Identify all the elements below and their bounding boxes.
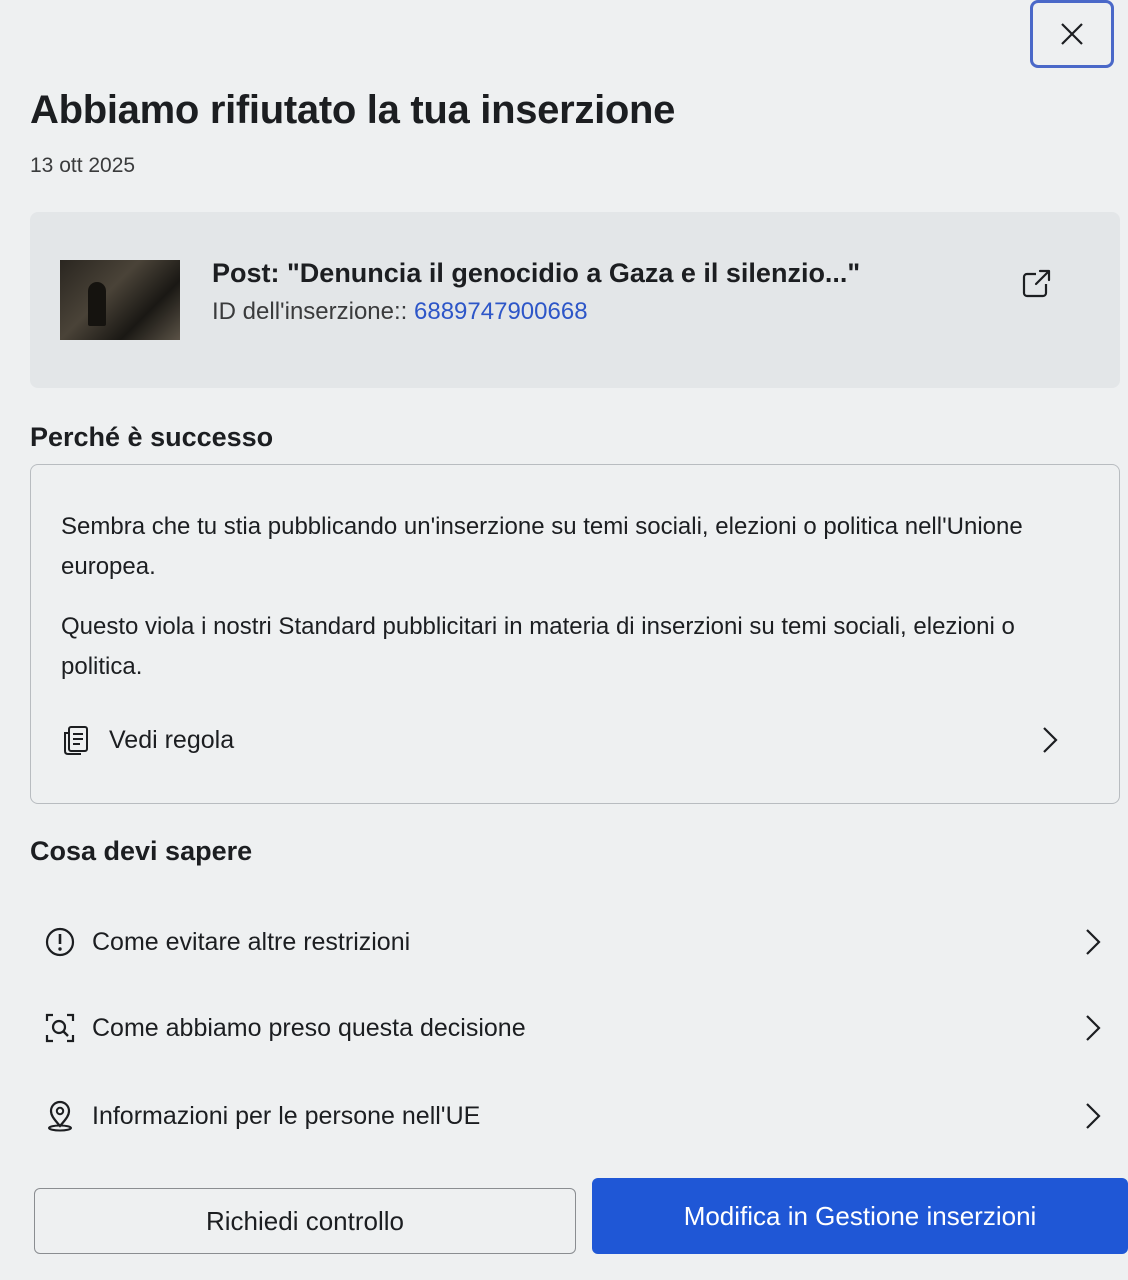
- chevron-right-icon: [1043, 727, 1058, 753]
- request-review-button[interactable]: Richiedi controllo: [34, 1188, 576, 1254]
- info-row-label: Informazioni per le persone nell'UE: [92, 1101, 481, 1130]
- info-row-label: Come evitare altre restrizioni: [92, 927, 411, 956]
- reason-paragraph-1: Sembra che tu stia pubblicando un'inserz…: [61, 513, 1023, 580]
- info-row-avoid-restrictions[interactable]: Come evitare altre restrizioni: [44, 914, 1104, 970]
- open-external-icon[interactable]: [1020, 268, 1052, 300]
- ad-id-row: ID dell'inserzione:: 6889747900668: [212, 298, 588, 326]
- reason-box: Sembra che tu stia pubblicando un'inserz…: [30, 464, 1120, 804]
- chevron-right-icon: [1086, 1015, 1101, 1041]
- know-heading: Cosa devi sapere: [30, 836, 253, 866]
- view-rule-label: Vedi regola: [109, 725, 235, 754]
- info-row-label: Come abbiamo preso questa decisione: [92, 1013, 526, 1042]
- search-scan-icon: [45, 1013, 75, 1043]
- view-rule-link[interactable]: Vedi regola: [61, 715, 1061, 765]
- dialog-title: Abbiamo rifiutato la tua inserzione: [30, 88, 676, 132]
- document-icon: [64, 726, 88, 755]
- reason-paragraph-2: Questo viola i nostri Standard pubblicit…: [61, 613, 1015, 680]
- ad-thumbnail: [60, 260, 180, 340]
- ad-id-label: ID dell'inserzione::: [212, 298, 408, 325]
- info-row-decision[interactable]: Come abbiamo preso questa decisione: [44, 1000, 1104, 1056]
- close-button[interactable]: [1030, 0, 1114, 68]
- ad-id-link[interactable]: 6889747900668: [414, 298, 588, 325]
- alert-circle-icon: [45, 927, 75, 957]
- info-row-eu-info[interactable]: Informazioni per le persone nell'UE: [44, 1088, 1104, 1144]
- chevron-right-icon: [1086, 1103, 1101, 1129]
- rejection-dialog: Abbiamo rifiutato la tua inserzione 13 o…: [0, 0, 1128, 1280]
- dialog-date: 13 ott 2025: [30, 154, 136, 177]
- ad-post-title: Post: "Denuncia il genocidio a Gaza e il…: [212, 258, 861, 288]
- why-heading: Perché è successo: [30, 422, 274, 452]
- ad-card: Post: "Denuncia il genocidio a Gaza e il…: [30, 212, 1120, 388]
- location-pin-icon: [48, 1100, 72, 1132]
- chevron-right-icon: [1086, 929, 1101, 955]
- edit-in-ads-manager-button[interactable]: Modifica in Gestione inserzioni: [592, 1178, 1128, 1254]
- close-icon: [1061, 23, 1083, 45]
